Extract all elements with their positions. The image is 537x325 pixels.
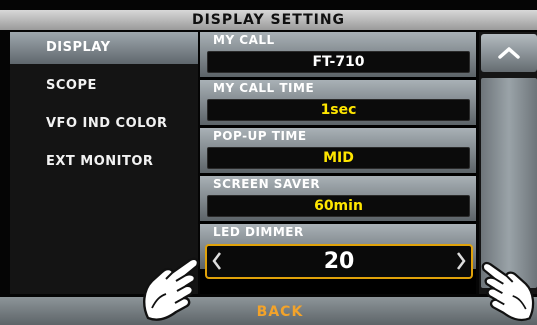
- back-button[interactable]: BACK: [200, 297, 360, 325]
- touch-hand-icon: [481, 262, 535, 322]
- sidebar-item-display[interactable]: DISPLAY: [10, 32, 198, 64]
- touch-hand-icon: [143, 257, 200, 321]
- sidebar-item-ext-monitor[interactable]: EXT MONITOR: [10, 146, 198, 178]
- bottom-bar: BACK: [0, 297, 537, 325]
- scroll-up-button[interactable]: [481, 34, 537, 72]
- chevron-up-icon: [498, 47, 520, 59]
- setting-pop-up-time[interactable]: POP-UP TIME MID: [200, 128, 476, 173]
- page-title: DISPLAY SETTING: [0, 10, 537, 30]
- setting-value[interactable]: FT-710: [207, 51, 470, 73]
- setting-value[interactable]: MID: [207, 147, 470, 169]
- display-setting-screen: DISPLAY SETTING DISPLAY SCOPE VFO IND CO…: [0, 0, 537, 325]
- setting-my-call[interactable]: MY CALL FT-710: [200, 32, 476, 77]
- sidebar-item-scope[interactable]: SCOPE: [10, 70, 198, 102]
- setting-label: POP-UP TIME: [213, 129, 307, 143]
- setting-my-call-time[interactable]: MY CALL TIME 1sec: [200, 80, 476, 125]
- setting-label: LED DIMMER: [213, 225, 304, 239]
- chevron-right-icon[interactable]: [456, 251, 466, 271]
- setting-label: MY CALL: [213, 33, 275, 47]
- setting-label: SCREEN SAVER: [213, 177, 321, 191]
- setting-screen-saver[interactable]: SCREEN SAVER 60min: [200, 176, 476, 221]
- setting-value[interactable]: 1sec: [207, 99, 470, 121]
- led-dimmer-value: 20: [323, 249, 355, 274]
- sidebar-item-vfo-ind-color[interactable]: VFO IND COLOR: [10, 108, 198, 140]
- led-dimmer-editor[interactable]: 20: [205, 244, 473, 279]
- setting-value[interactable]: 60min: [207, 195, 470, 217]
- setting-label: MY CALL TIME: [213, 81, 315, 95]
